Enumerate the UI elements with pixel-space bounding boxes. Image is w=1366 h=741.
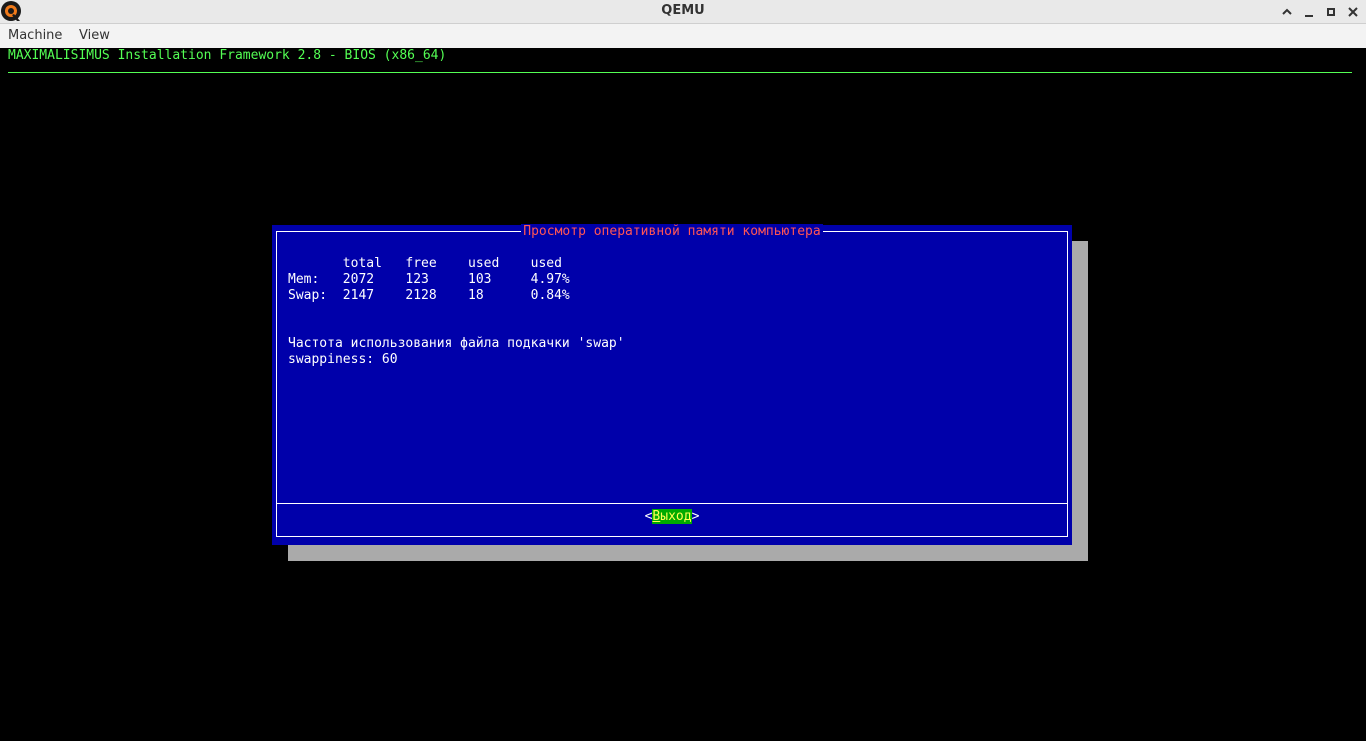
maximize-button[interactable] bbox=[1277, 2, 1297, 20]
window-title: QEMU bbox=[661, 3, 705, 18]
swap-frequency-text: Частота использования файла подкачки 'sw… bbox=[288, 336, 625, 351]
restore-icon bbox=[1327, 7, 1335, 16]
button-row: <Выход> bbox=[272, 509, 1072, 524]
menu-machine[interactable]: Machine bbox=[8, 28, 62, 43]
dialog-title-text: Просмотр оперативной памяти компьютера bbox=[521, 224, 823, 239]
menu-bar: Machine View bbox=[0, 24, 1366, 48]
window-titlebar: QEMU bbox=[0, 0, 1366, 24]
minimize-button[interactable] bbox=[1299, 2, 1319, 20]
memory-dialog: Просмотр оперативной памяти компьютера t… bbox=[272, 224, 1072, 545]
dialog-title: Просмотр оперативной памяти компьютера bbox=[272, 224, 1072, 239]
close-button[interactable] bbox=[1343, 2, 1363, 20]
close-icon bbox=[1348, 6, 1358, 17]
minimize-icon bbox=[1305, 14, 1313, 17]
restore-button[interactable] bbox=[1321, 2, 1341, 20]
backtitle-divider bbox=[8, 72, 1352, 73]
backtitle: MAXIMALISIMUS Installation Framework 2.8… bbox=[8, 48, 447, 63]
button-separator bbox=[277, 503, 1067, 504]
exit-button-bracket-right: > bbox=[691, 509, 700, 524]
swappiness-value: swappiness: 60 bbox=[288, 352, 398, 367]
menu-view[interactable]: View bbox=[79, 28, 110, 43]
exit-button[interactable]: Выход bbox=[652, 509, 692, 524]
mem-row: Mem: 2072 123 103 4.97% bbox=[288, 272, 570, 287]
chevron-up-icon bbox=[1282, 8, 1292, 15]
mem-table-header: total free used used bbox=[288, 256, 562, 271]
exit-button-label: ыход bbox=[660, 509, 692, 524]
vm-console[interactable]: MAXIMALISIMUS Installation Framework 2.8… bbox=[0, 48, 1366, 741]
swap-row: Swap: 2147 2128 18 0.84% bbox=[288, 288, 570, 303]
